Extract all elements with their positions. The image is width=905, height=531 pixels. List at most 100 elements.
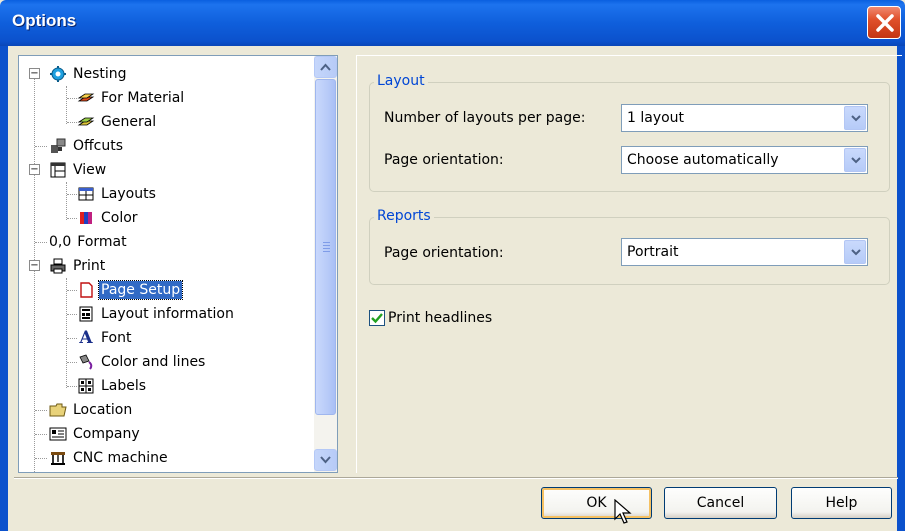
- dropdown-button[interactable]: [844, 106, 866, 130]
- tree-item-cnc-machine[interactable]: CNC machine: [49, 446, 170, 470]
- tree-line: [66, 278, 67, 388]
- tree-item-label: Offcuts: [73, 138, 124, 154]
- tree-item-company[interactable]: Company: [49, 422, 142, 446]
- scroll-thumb[interactable]: [315, 79, 336, 415]
- tree-item-nesting[interactable]: Nesting: [49, 62, 129, 86]
- tree-line: [67, 194, 77, 195]
- tree-item-label: Font: [101, 330, 132, 346]
- layout-page-orientation-select[interactable]: Choose automatically: [621, 146, 868, 174]
- tree-line: [67, 362, 77, 363]
- scroll-down-button[interactable]: [314, 449, 337, 471]
- scroll-up-button[interactable]: [314, 56, 337, 78]
- checkmark-icon: [371, 313, 383, 324]
- tree-item-for-material[interactable]: For Material: [77, 86, 186, 110]
- print-headlines-label[interactable]: Print headlines: [388, 310, 492, 326]
- tree-line: [67, 98, 77, 99]
- divider: [14, 478, 898, 479]
- close-button[interactable]: [867, 6, 901, 39]
- title-bar: Options: [0, 0, 905, 46]
- dropdown-button[interactable]: [844, 148, 866, 172]
- tree-item-layout-information[interactable]: Layout information: [77, 302, 236, 326]
- grip-line: [323, 248, 330, 249]
- color-bars-icon: [77, 209, 95, 227]
- labels-icon: [77, 377, 95, 395]
- font-icon: A: [79, 328, 93, 348]
- tree-item-view[interactable]: View: [49, 158, 108, 182]
- tree-item-labels[interactable]: Labels: [77, 374, 148, 398]
- tree-item-label: Format: [77, 234, 127, 250]
- grip-line: [323, 251, 330, 252]
- tree-line: [67, 314, 77, 315]
- tree-item-label: Print: [73, 258, 106, 274]
- tree-line: [35, 242, 47, 243]
- tree-line: [66, 86, 67, 124]
- tree-item-label: Company: [73, 426, 140, 442]
- tree-scrollbar[interactable]: [314, 56, 337, 472]
- tree-item-general[interactable]: General: [77, 110, 158, 134]
- tree-item-label: General: [101, 114, 157, 130]
- tree-line: [35, 458, 47, 459]
- format-icon: 0,0: [49, 234, 72, 250]
- tree-item-font[interactable]: A Font: [77, 326, 133, 350]
- tree-line: [67, 386, 77, 387]
- tree-item-label: View: [73, 162, 107, 178]
- grip-line: [323, 245, 330, 246]
- tree-item-offcuts[interactable]: Offcuts: [49, 134, 125, 158]
- chevron-down-icon: [851, 157, 861, 164]
- layouts-per-page-select[interactable]: 1 layout: [621, 104, 868, 132]
- window-frame-left: [0, 46, 8, 531]
- reports-page-orientation-value: Portrait: [627, 244, 679, 260]
- tree-item-layouts[interactable]: Layouts: [77, 182, 158, 206]
- print-headlines-checkbox[interactable]: [369, 310, 385, 326]
- chevron-up-icon: [320, 63, 331, 71]
- tree-line: [34, 74, 35, 472]
- tree-item-print[interactable]: Print: [49, 254, 107, 278]
- expander-view[interactable]: −: [29, 164, 40, 175]
- tree-item-label: Location: [73, 402, 133, 418]
- layout-info-icon: [77, 305, 95, 323]
- paint-icon: [77, 353, 95, 371]
- chevron-down-icon: [851, 249, 861, 256]
- tree-item-page-setup[interactable]: Page Setup: [77, 278, 184, 302]
- layout-group: [369, 82, 890, 192]
- chevron-down-icon: [320, 456, 331, 464]
- window-title: Options: [12, 11, 77, 30]
- expander-print[interactable]: −: [29, 260, 40, 271]
- ok-button[interactable]: OK: [541, 487, 652, 519]
- tree-item-label: For Material: [101, 90, 185, 106]
- tree-item-label: Labels: [101, 378, 147, 394]
- help-button[interactable]: Help: [791, 487, 892, 519]
- options-tree[interactable]: − Nesting For Material General Offcuts −…: [18, 55, 338, 473]
- chevron-down-icon: [851, 115, 861, 122]
- tree-item-label: CNC machine: [73, 450, 168, 466]
- grip-line: [323, 242, 330, 243]
- layouts-per-page-value: 1 layout: [627, 110, 685, 126]
- tree-line: [67, 218, 77, 219]
- tree-item-label: Color: [101, 210, 138, 226]
- tree-item-color-and-lines[interactable]: Color and lines: [77, 350, 207, 374]
- tree-item-format[interactable]: 0,0 Format: [49, 230, 129, 254]
- tree-line: [66, 182, 67, 220]
- reports-page-orientation-select[interactable]: Portrait: [621, 238, 868, 266]
- tree-item-location[interactable]: Location: [49, 398, 134, 422]
- tree-item-label: Color and lines: [101, 354, 206, 370]
- layouts-icon: [77, 185, 95, 203]
- page-icon: [77, 281, 95, 299]
- printer-icon: [49, 257, 67, 275]
- company-card-icon: [49, 425, 67, 443]
- tree-item-color[interactable]: Color: [77, 206, 140, 230]
- tree-item-label: Layout information: [101, 306, 234, 322]
- reports-group-title: Reports: [374, 208, 434, 224]
- tree-line: [67, 290, 77, 291]
- cnc-machine-icon: [49, 449, 67, 467]
- tree-item-label: Page Setup: [97, 280, 184, 300]
- reports-page-orientation-label: Page orientation:: [384, 245, 504, 261]
- material-stack-icon: [77, 113, 95, 131]
- dropdown-button[interactable]: [844, 240, 866, 264]
- cancel-button[interactable]: Cancel: [664, 487, 777, 519]
- expander-nesting[interactable]: −: [29, 68, 40, 79]
- gear-icon: [49, 65, 67, 83]
- tree-line: [35, 146, 47, 147]
- tree-item-label: Nesting: [73, 66, 127, 82]
- mouse-cursor-icon: [614, 499, 632, 524]
